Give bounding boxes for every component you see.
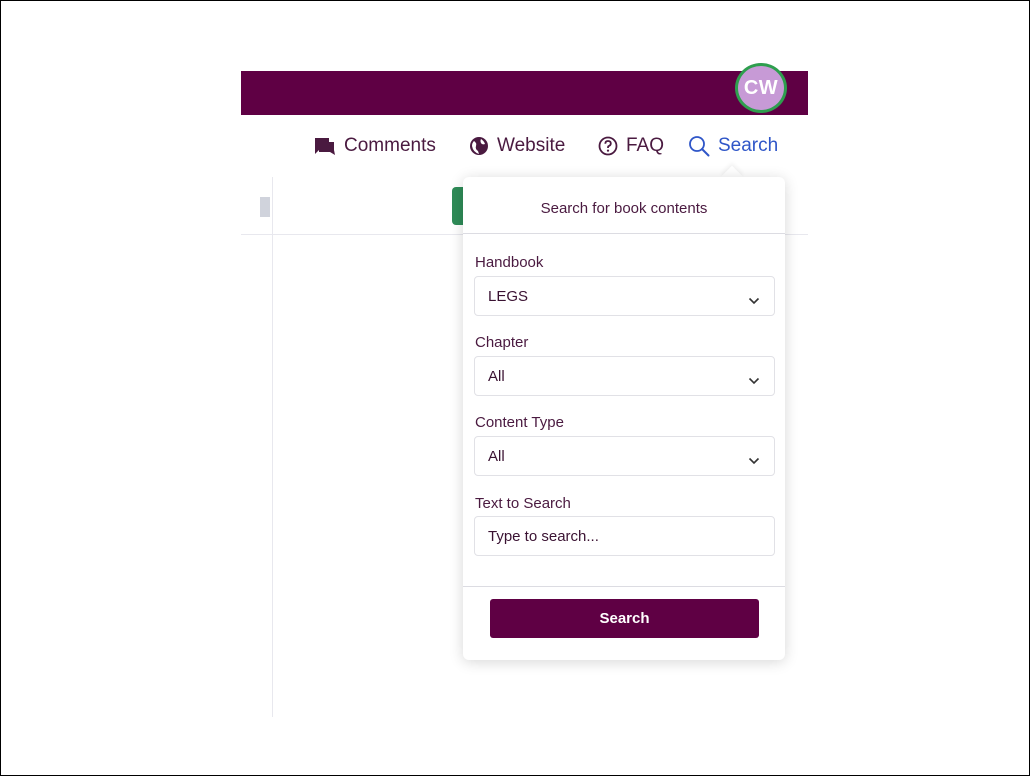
handbook-value: LEGS <box>488 288 529 305</box>
nav-website[interactable]: Website <box>469 135 565 157</box>
sidebar-marker <box>260 197 270 217</box>
chevron-down-icon <box>748 292 760 310</box>
help-circle-icon <box>598 136 618 156</box>
app-frame: CW Comments Website FAQ Search Search fo… <box>0 0 1030 776</box>
nav-website-label: Website <box>497 135 566 156</box>
nav-search-label: Search <box>718 135 779 156</box>
text-to-search-label: Text to Search <box>475 495 571 512</box>
chapter-select[interactable]: All <box>474 356 775 396</box>
comment-icon <box>314 136 336 156</box>
chapter-value: All <box>488 368 505 385</box>
panel-divider-bottom <box>463 586 785 587</box>
search-text-input[interactable] <box>474 516 775 556</box>
content-type-select[interactable]: All <box>474 436 775 476</box>
handbook-label: Handbook <box>475 254 544 271</box>
search-panel-title: Search for book contents <box>540 200 708 217</box>
chevron-down-icon <box>748 372 760 390</box>
search-submit-button[interactable]: Search <box>490 599 759 638</box>
content-type-label: Content Type <box>475 414 564 431</box>
chevron-down-icon <box>748 452 760 470</box>
content-type-value: All <box>488 448 505 465</box>
chapter-label: Chapter <box>475 334 529 351</box>
handbook-select[interactable]: LEGS <box>474 276 775 316</box>
panel-divider-top <box>463 233 785 234</box>
nav-faq-label: FAQ <box>626 135 665 156</box>
user-avatar[interactable]: CW <box>735 63 787 113</box>
content-divider <box>272 177 273 717</box>
search-icon <box>688 135 710 157</box>
nav-comments[interactable]: Comments <box>314 135 436 157</box>
nav-faq[interactable]: FAQ <box>598 135 664 157</box>
nav-search[interactable]: Search <box>688 135 778 157</box>
avatar-initials: CW <box>743 76 779 99</box>
search-panel: Search for book contents Handbook LEGS C… <box>463 177 785 660</box>
top-bar <box>241 71 808 115</box>
nav-comments-label: Comments <box>344 135 436 156</box>
globe-icon <box>469 136 489 156</box>
